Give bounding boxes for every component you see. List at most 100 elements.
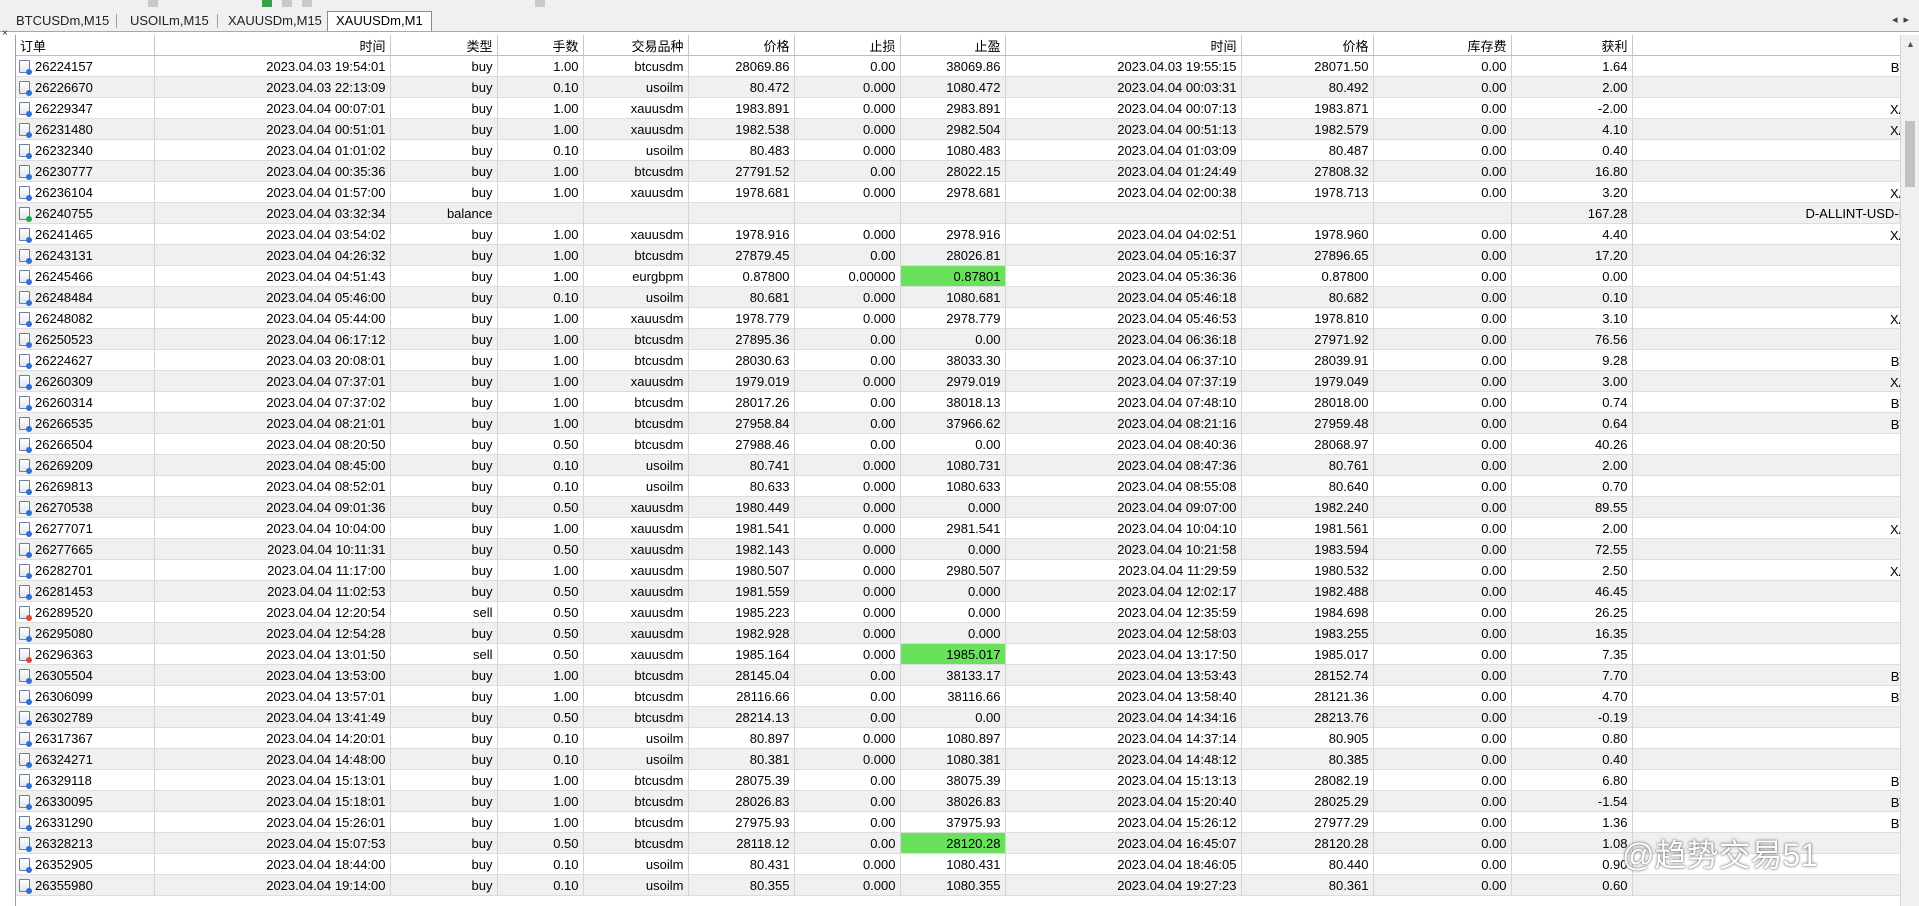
col-header-swap[interactable]: 库存费 [1373, 35, 1512, 56]
col-header-profit[interactable]: 获利 [1511, 35, 1633, 56]
table-row[interactable]: 26250523 2023.04.04 06:17:12 buy 1.00 btcusd… [16, 328, 1900, 350]
cell-comment [1632, 244, 1900, 266]
table-row[interactable]: 26224157 2023.04.03 19:54:01 buy 1.00 btcusd… [16, 55, 1900, 77]
scrollbar-thumb[interactable] [1905, 121, 1915, 187]
cell-take-profit: 1080.897 [900, 727, 1006, 749]
cell-profit: 1.08 [1511, 832, 1633, 854]
col-header-close-price[interactable]: 价格 [1241, 35, 1374, 56]
cell-take-profit: 2978.779 [900, 307, 1006, 329]
table-row[interactable]: 26355980 2023.04.04 19:14:00 buy 0.10 usoilm… [16, 874, 1900, 896]
table-row[interactable]: 26224627 2023.04.03 20:08:01 buy 1.00 btcusd… [16, 349, 1900, 371]
buy-order-icon [19, 563, 32, 579]
col-header-lots[interactable]: 手数 [497, 35, 584, 56]
table-row[interactable]: 26260309 2023.04.04 07:37:01 buy 1.00 xauusd… [16, 370, 1900, 392]
table-row[interactable]: 26269813 2023.04.04 08:52:01 buy 0.10 usoilm… [16, 475, 1900, 497]
col-header-open-time[interactable]: 时间 [154, 35, 391, 56]
table-row[interactable]: 26305504 2023.04.04 13:53:00 buy 1.00 btcusd… [16, 664, 1900, 686]
col-header-comment[interactable]: 注释 [1632, 35, 1900, 56]
table-row[interactable]: 26277665 2023.04.04 10:11:31 buy 0.50 xauusd… [16, 538, 1900, 560]
tab-xauusdm-m15[interactable]: XAUUSDm,M15 [220, 12, 330, 29]
cell-close-price [1241, 202, 1374, 224]
cell-symbol: xauusdm [583, 370, 689, 392]
toolbar-icon[interactable] [302, 0, 312, 7]
tab-scroll-arrows[interactable]: ◂▸ [1892, 13, 1915, 26]
table-row[interactable]: 26236104 2023.04.04 01:57:00 buy 1.00 xauusd… [16, 181, 1900, 203]
order-number: 26266535 [35, 415, 93, 431]
cell-swap: 0.00 [1373, 97, 1512, 119]
scroll-up-icon[interactable]: ▲ [1906, 39, 1915, 49]
table-row[interactable]: 26302789 2023.04.04 13:41:49 buy 0.50 btcusd… [16, 706, 1900, 728]
table-row[interactable]: 26230777 2023.04.04 00:35:36 buy 1.00 btcusd… [16, 160, 1900, 182]
table-row[interactable]: 26270538 2023.04.04 09:01:36 buy 0.50 xauusd… [16, 496, 1900, 518]
order-number: 26352905 [35, 856, 93, 872]
col-header-open-price[interactable]: 价格 [688, 35, 795, 56]
tab-btcusdm-m15[interactable]: BTCUSDm,M15 [8, 12, 117, 29]
tab-xauusdm-m1[interactable]: XAUUSDm,M1 [327, 11, 432, 31]
cell-order: 26243131 [16, 244, 155, 266]
cell-close-time: 2023.04.04 08:47:36 [1005, 454, 1242, 476]
table-row[interactable]: 26330095 2023.04.04 15:18:01 buy 1.00 btcusd… [16, 790, 1900, 812]
table-row[interactable]: 26240755 2023.04.04 03:32:34 balance 167.28… [16, 202, 1900, 224]
cell-close-price: 28025.29 [1241, 790, 1374, 812]
toolbar-icon[interactable] [535, 0, 545, 7]
vertical-scrollbar[interactable]: ▲ [1900, 35, 1919, 906]
table-row[interactable]: 26241465 2023.04.04 03:54:02 buy 1.00 xauusd… [16, 223, 1900, 245]
table-body: 26224157 2023.04.03 19:54:01 buy 1.00 btcusd… [16, 55, 1900, 896]
cell-take-profit: 2978.681 [900, 181, 1006, 203]
cell-symbol: usoilm [583, 286, 689, 308]
table-row[interactable]: 26317367 2023.04.04 14:20:01 buy 0.10 usoilm… [16, 727, 1900, 749]
table-row[interactable]: 26352905 2023.04.04 18:44:00 buy 0.10 usoilm… [16, 853, 1900, 875]
toolbar-icon[interactable] [262, 0, 272, 7]
table-row[interactable]: 26269209 2023.04.04 08:45:00 buy 0.10 usoilm… [16, 454, 1900, 476]
cell-order: 26224157 [16, 55, 155, 77]
col-header-order[interactable]: 订单 [16, 35, 155, 56]
table-row[interactable]: 26229347 2023.04.04 00:07:01 buy 1.00 xauusd… [16, 97, 1900, 119]
cell-take-profit: 2983.891 [900, 97, 1006, 119]
table-row[interactable]: 26282701 2023.04.04 11:17:00 buy 1.00 xauusd… [16, 559, 1900, 581]
cell-take-profit: 28120.28 [900, 832, 1006, 854]
cell-swap [1373, 202, 1512, 224]
cell-order: 26232340 [16, 139, 155, 161]
table-row[interactable]: 26277071 2023.04.04 10:04:00 buy 1.00 xauusd… [16, 517, 1900, 539]
col-header-stop-loss[interactable]: 止损 [794, 35, 901, 56]
table-row[interactable]: 26295080 2023.04.04 12:54:28 buy 0.50 xauusd… [16, 622, 1900, 644]
table-row[interactable]: 26260314 2023.04.04 07:37:02 buy 1.00 btcusd… [16, 391, 1900, 413]
toolbar-icon[interactable] [148, 0, 158, 7]
tab-usoilm-m15[interactable]: USOILm,M15 [122, 12, 217, 29]
col-header-close-time[interactable]: 时间 [1005, 35, 1242, 56]
table-row[interactable]: 26331290 2023.04.04 15:26:01 buy 1.00 btcusd… [16, 811, 1900, 833]
table-row[interactable]: 26231480 2023.04.04 00:51:01 buy 1.00 xauusd… [16, 118, 1900, 140]
table-row[interactable]: 26266504 2023.04.04 08:20:50 buy 0.50 btcusd… [16, 433, 1900, 455]
table-row[interactable]: 26248484 2023.04.04 05:46:00 buy 0.10 usoilm… [16, 286, 1900, 308]
table-row[interactable]: 26232340 2023.04.04 01:01:02 buy 0.10 usoilm… [16, 139, 1900, 161]
table-row[interactable]: 26289520 2023.04.04 12:20:54 sell 0.50 xauus… [16, 601, 1900, 623]
close-icon[interactable]: × [2, 29, 8, 39]
cell-open-time: 2023.04.04 05:44:00 [154, 307, 391, 329]
table-row[interactable]: 26324271 2023.04.04 14:48:00 buy 0.10 usoilm… [16, 748, 1900, 770]
order-number: 26224157 [35, 58, 93, 74]
table-row[interactable]: 26243131 2023.04.04 04:26:32 buy 1.00 btcusd… [16, 244, 1900, 266]
table-row[interactable]: 26248082 2023.04.04 05:44:00 buy 1.00 xauusd… [16, 307, 1900, 329]
toolbar-icon[interactable] [282, 0, 292, 7]
table-row[interactable]: 26329118 2023.04.04 15:13:01 buy 1.00 btcusd… [16, 769, 1900, 791]
cell-type: buy [390, 685, 498, 707]
buy-order-icon [19, 731, 32, 747]
buy-order-icon [19, 353, 32, 369]
order-number: 26277665 [35, 541, 93, 557]
cell-symbol: usoilm [583, 748, 689, 770]
table-row[interactable]: 26226670 2023.04.03 22:13:09 buy 0.10 usoilm… [16, 76, 1900, 98]
cell-type: buy [390, 790, 498, 812]
table-row[interactable]: 26328213 2023.04.04 15:07:53 buy 0.50 btcusd… [16, 832, 1900, 854]
col-header-take-profit[interactable]: 止盈 [900, 35, 1006, 56]
table-row[interactable]: 26306099 2023.04.04 13:57:01 buy 1.00 btcusd… [16, 685, 1900, 707]
table-row[interactable]: 26266535 2023.04.04 08:21:01 buy 1.00 btcusd… [16, 412, 1900, 434]
cell-open-time: 2023.04.03 19:54:01 [154, 55, 391, 77]
table-row[interactable]: 26281453 2023.04.04 11:02:53 buy 0.50 xauusd… [16, 580, 1900, 602]
col-header-type[interactable]: 类型 [390, 35, 498, 56]
cell-lots: 1.00 [497, 370, 584, 392]
col-header-symbol[interactable]: 交易品种 [583, 35, 689, 56]
table-row[interactable]: 26245466 2023.04.04 04:51:43 buy 1.00 eurgbp… [16, 265, 1900, 287]
cell-type: buy [390, 853, 498, 875]
cell-symbol: btcusdm [583, 349, 689, 371]
table-row[interactable]: 26296363 2023.04.04 13:01:50 sell 0.50 xauus… [16, 643, 1900, 665]
